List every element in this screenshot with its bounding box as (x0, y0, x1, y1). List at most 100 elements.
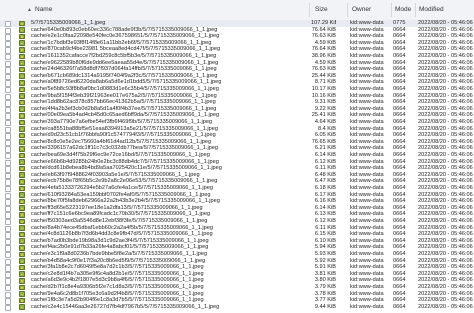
file-owner: kid:www-data (350, 264, 384, 271)
file-row[interactable]: cache/9e4a6c2d8b1f705e3c6a9d2f4b8/5/7/57… (0, 290, 474, 299)
file-row[interactable]: cache/c2e4c15446aa3e26727d7fb4df7967b5/5… (0, 303, 474, 312)
file-size: 6.47 KiB (314, 178, 336, 185)
file-mode: 0664 (393, 218, 406, 224)
file-row[interactable]: cache/4efa51333726294e5b27a6cfe4a1ce/5/7… (0, 185, 474, 193)
column-header-mode[interactable]: Mode (395, 0, 411, 20)
image-file-icon (19, 20, 25, 27)
file-row[interactable]: cache/f50303aed3a5546d8e12ebf38f3fe/5/7/… (0, 218, 474, 226)
column-header-size[interactable]: Size (315, 0, 328, 20)
image-file-icon (19, 218, 25, 225)
file-list-header: ▲ Name Size Owner Mode Modified (0, 0, 474, 21)
file-row[interactable]: cache/24d46326f7a58d8df7f937d064fa14ffb/… (0, 66, 474, 74)
file-owner: kid:www-data (350, 303, 384, 310)
file-name: 5/7/5715335009066_1_1.jpeg (31, 20, 106, 26)
file-row[interactable]: cache/4f4a2b3ef3cb0d2b8a5d1a4f0f4b37ee/5… (0, 106, 474, 114)
image-file-icon (19, 225, 25, 231)
image-file-icon (19, 238, 25, 244)
file-owner: kid:www-data (350, 257, 384, 264)
file-mode: 0664 (393, 251, 406, 257)
file-mode: 0664 (393, 284, 406, 290)
column-divider[interactable] (347, 3, 348, 17)
file-size: 4.64 KiB (314, 119, 336, 125)
file-row[interactable]: cache/1dd8b62ac878c857bb66ec41362b5a/5/7… (0, 99, 474, 107)
file-row[interactable]: cache/8a4b74ece45dbaf1ebb60c2a2a4f5b/5/7… (0, 224, 474, 233)
image-file-icon (19, 27, 25, 33)
file-size: 6.16 KiB (314, 198, 336, 205)
file-row[interactable]: cache/dcd61b8ebea8b4bd9a5aa7025420c11e/5… (0, 165, 474, 173)
file-row[interactable]: cache/5e5b8c93f8b8af0bc1d0883d1e6c35b4/5… (0, 86, 474, 94)
file-row[interactable]: cache/870cab9cf4be23981 5bceaa8ed4cd47f/… (0, 46, 474, 54)
file-row[interactable]: cache/1c7bdbf3e93f8f14f8e61a11bb2eb6f/5/… (0, 39, 474, 48)
file-modified: 2022/08/20 - 05:46:06 (418, 99, 473, 106)
file-row[interactable]: cache/1611352cafacce7f2bd259c8c5bf5b3e/5… (0, 53, 474, 61)
file-name: cache/8a4b74ece45dbaf1ebb60c2a2a4f5b/5/7… (31, 224, 213, 231)
file-name: cache/393a7790e7a6efbe54ef3fb6f469f9b/5/… (31, 119, 213, 125)
file-row[interactable]: cache/a6d3e9c4b2f1807e5d3c9b8a4f6/5/7/57… (0, 277, 474, 285)
file-row[interactable]: cache/f4ac2b0e91d7b33a26fe4a8abcf01/5/7/… (0, 244, 474, 252)
file-name: cache/1dd8b62ac878c857bb66ec41362b5a/5/7… (31, 99, 216, 106)
image-file-icon (19, 53, 25, 60)
file-modified: 2022/08/20 - 05:46:06 (418, 165, 473, 172)
image-file-icon (19, 93, 25, 99)
file-modified: 2022/08/20 - 05:46:06 (418, 178, 473, 185)
file-name: cache/8be70f5fa8deb62966a22a2b43b3e2b4/5… (31, 198, 220, 205)
file-row[interactable]: cache/e2e1c0faa22098e540fec0e367598651/5… (0, 33, 474, 41)
file-row[interactable]: cache/8c8c0e5e2ec75660a4bf61d4ad12b/5/7/… (0, 139, 474, 147)
column-divider[interactable] (309, 3, 310, 17)
image-file-icon (19, 86, 25, 93)
file-row[interactable]: 5/7/5715335009066_1_1.jpeg 107.29 KiB kid:… (0, 20, 474, 28)
file-row[interactable]: cache/ff3d65e5223197ee18e1a2dfa13/5/7/57… (0, 205, 474, 213)
file-row[interactable]: cache/c2e8d1f4b7a305e9f6c4a8d2b1e/5/7/57… (0, 270, 474, 279)
file-row[interactable]: cache/bea69e3d4f75b29f6ec9e72ce16bd/5/7/… (0, 152, 474, 160)
file-size: 76.64 KiB (311, 26, 336, 33)
file-size: 10.17 KiB (311, 86, 336, 92)
file-row[interactable]: cache/1f8c3e7a5d2b904f6e1c8a3d7b5/5/7/57… (0, 297, 474, 305)
file-row[interactable]: cache/8be70f5fa8deb62966a22a2b43b3e2b4/5… (0, 198, 474, 206)
file-row[interactable]: cache/4c8d1126b8b7f3d6b4dd3c8e9fb47d/5/7… (0, 231, 474, 239)
image-file-icon (19, 192, 25, 198)
file-row[interactable]: cache/640e0b893c0eb60ec336c788ade9f3b/5/… (0, 26, 474, 35)
file-row[interactable]: cache/eb63f97f9488624f03903a5e1e/5/7/571… (0, 171, 474, 180)
file-row[interactable]: cache/ca8551ba88bf5e51eaa8394913a5e21/5/… (0, 126, 474, 134)
file-modified: 2022/08/20 - 05:46:06 (418, 284, 473, 290)
file-row[interactable]: cache/ff7c151c6e6bc9ea89fcadc1c70b30/5/7… (0, 211, 474, 219)
file-size: 76.64 KiB (311, 46, 336, 53)
image-file-icon (19, 211, 25, 218)
file-row[interactable]: cache/a0f89726ed6220da8ab6a5d6e1d1bdd5/5… (0, 79, 474, 87)
file-name: cache/f50303aed3a5546d8e12ebf38f3fe/5/7/… (31, 218, 208, 224)
file-owner: kid:www-data (350, 297, 384, 304)
column-header-name[interactable]: Name (35, 0, 52, 20)
file-name: cache/9e4a6c2d8b1f705e3c6a9d2f4b8/5/7/57… (31, 290, 204, 297)
file-row[interactable]: cache/e9622589b80f6de9dd6ee5aeaa55d4e/5/… (0, 60, 474, 68)
file-row[interactable]: cache/3396157a62dc1ff11c7c3c032db77bea/5… (0, 145, 474, 153)
file-mode: 0775 (393, 20, 406, 26)
file-row[interactable]: cache/e3c1f9a8d0236b7bde9bbe5f8e2a/5/7/5… (0, 251, 474, 259)
file-mode: 0664 (393, 211, 406, 218)
file-row[interactable]: cache/3fa1b8e2c7d6049f5e8a7d2c1b3/5/7/57… (0, 264, 474, 272)
file-owner: kid:www-data (350, 178, 384, 185)
column-header-modified[interactable]: Modified (419, 0, 444, 20)
column-divider[interactable] (415, 3, 416, 17)
file-mode: 0664 (393, 191, 406, 198)
file-owner: kid:www-data (350, 119, 384, 125)
file-row[interactable]: cache/d9d23c51cb1f76bbfa90f1c5747794f3/5… (0, 132, 474, 140)
file-row[interactable]: cache/b671cb689dc1314a9195f7404f9a2f3c/5… (0, 73, 474, 81)
file-row[interactable]: cache/b7ad0b3bde19b98a3d1c9d2ae3f4/5/7/5… (0, 238, 474, 246)
file-row[interactable]: cache/ecb75b8e78f65b5c2e9b2a8c2e06e53/5/… (0, 178, 474, 186)
file-row[interactable]: cache/9ba5f15f4f3eb39f21963ee017e675a2/5… (0, 93, 474, 101)
file-name: cache/1c7bdbf3e93f8f14f8e61a11bb2eb6f/5/… (31, 39, 212, 46)
file-size: 3.78 KiB (314, 290, 336, 297)
file-size: 8.71 KiB (314, 79, 336, 86)
file-row[interactable]: cache/610f93284a53ea159bbf0702fe4af0/5/7… (0, 191, 474, 200)
column-header-owner[interactable]: Owner (352, 0, 371, 20)
file-modified: 2022/08/20 - 05:46:06 (418, 171, 473, 178)
column-divider[interactable] (391, 3, 392, 17)
file-row[interactable]: cache/00e09ea5b4ad4cb45d0c65aed6bff9da/5… (0, 112, 474, 120)
file-row[interactable]: cache/393a7790e7a6efbe54ef3fb6f469f9b/5/… (0, 119, 474, 127)
file-row[interactable]: cache/b4d58a4c9f0e17f3a20c8b6ed5f9/5/7/5… (0, 257, 474, 266)
sort-name-arrow-icon[interactable]: ▲ (27, 0, 32, 20)
file-row[interactable]: cache/d2b7f1c8e4a9306b5f2e7c1d8a3/5/7/57… (0, 284, 474, 292)
file-name: cache/c2e8d1f4b7a305e9f6c4a8d2b1e/5/7/57… (31, 270, 204, 277)
row-checkbox[interactable] (5, 304, 12, 312)
file-row[interactable]: cache/e66b6b4d9285b24b0e2bc3c88db4dc7/5/… (0, 159, 474, 167)
